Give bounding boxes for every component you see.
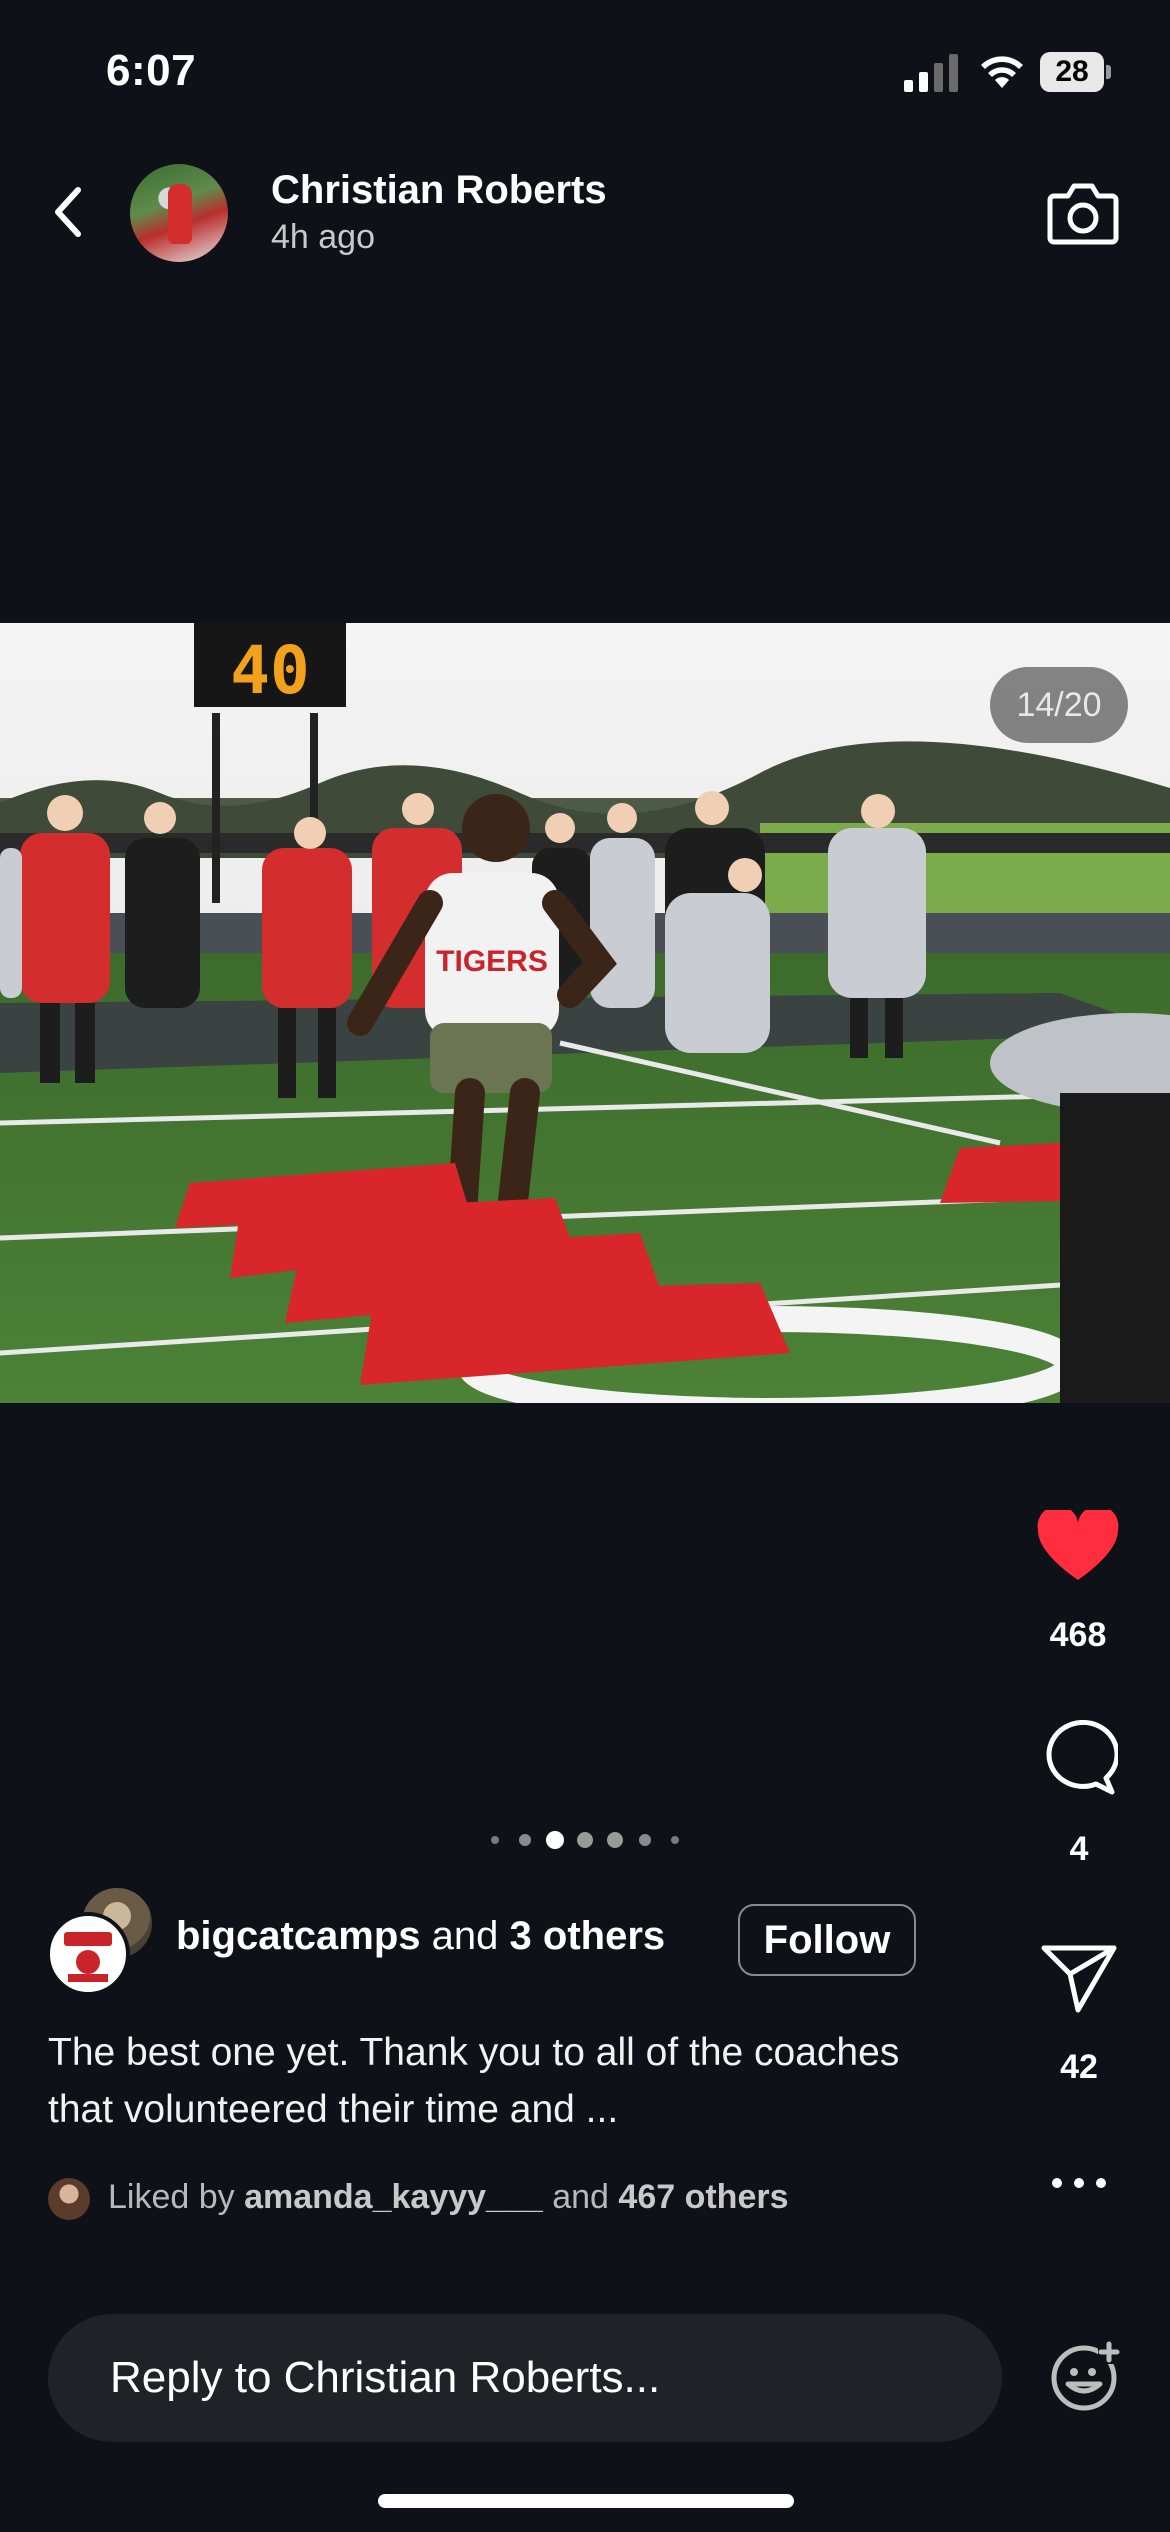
- author-avatar[interactable]: [46, 1912, 130, 1996]
- status-time: 6:07: [106, 46, 197, 95]
- user-avatar[interactable]: [130, 164, 228, 262]
- home-indicator[interactable]: [378, 2494, 794, 2508]
- more-dots-icon[interactable]: [1048, 2168, 1110, 2198]
- send-icon[interactable]: [1040, 1942, 1118, 2014]
- author-others[interactable]: 3 others: [510, 1914, 666, 1958]
- follow-button[interactable]: Follow: [738, 1904, 916, 1976]
- scoreboard-text: 40: [230, 632, 309, 709]
- comment-count[interactable]: 4: [1040, 1830, 1118, 1869]
- share-count[interactable]: 42: [1040, 2048, 1118, 2087]
- liked-by-prefix: Liked by: [108, 2178, 235, 2216]
- camera-icon[interactable]: [1046, 178, 1120, 246]
- shirt-text: TIGERS: [436, 945, 548, 978]
- like-count[interactable]: 468: [1036, 1616, 1120, 1655]
- photo-counter: 14/20: [990, 667, 1128, 743]
- pagination-dots: [491, 1831, 679, 1849]
- post-caption[interactable]: The best one yet. Thank you to all of th…: [48, 2024, 948, 2138]
- author-line: bigcatcamps and 3 others: [176, 1914, 665, 1959]
- author-and: and: [431, 1914, 499, 1958]
- sticker-icon[interactable]: [1050, 2340, 1122, 2412]
- signal-icon: [904, 54, 958, 92]
- author-username[interactable]: bigcatcamps: [176, 1914, 421, 1958]
- reply-input[interactable]: [48, 2314, 1002, 2442]
- liked-by-line[interactable]: Liked by amanda_kayyy___ and 467 others: [108, 2178, 789, 2217]
- user-name[interactable]: Christian Roberts: [271, 168, 607, 213]
- battery-icon: 28: [1040, 52, 1112, 92]
- post-time: 4h ago: [271, 218, 375, 256]
- liked-by-others[interactable]: 467 others: [618, 2178, 788, 2216]
- post-photo[interactable]: 40 TIGERS: [0, 623, 1170, 1403]
- wifi-icon: [981, 56, 1023, 88]
- back-chevron-icon[interactable]: [44, 180, 98, 244]
- liked-by-user[interactable]: amanda_kayyy___: [244, 2178, 543, 2216]
- comment-bubble-icon[interactable]: [1040, 1720, 1118, 1796]
- liked-by-and: and: [552, 2178, 609, 2216]
- liker-avatar: [48, 2178, 90, 2220]
- battery-level: 28: [1040, 52, 1104, 92]
- heart-icon[interactable]: [1036, 1510, 1120, 1584]
